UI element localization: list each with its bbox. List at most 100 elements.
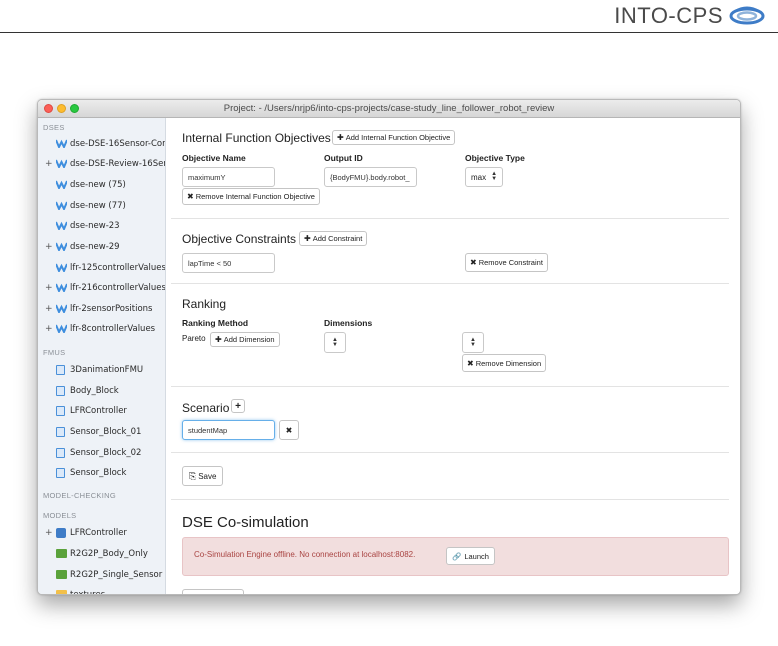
sidebar-item-dse[interactable]: + lfr-216controllerValues bbox=[38, 281, 166, 299]
header-rule bbox=[0, 32, 778, 33]
partial-button[interactable] bbox=[182, 589, 244, 594]
dse-icon bbox=[55, 242, 68, 254]
plus-icon: ✚ bbox=[337, 133, 344, 142]
objective-name-input[interactable]: maximumY bbox=[182, 167, 275, 187]
sidebar-item-label: dse-DSE-16Sensor-Conf bbox=[70, 139, 166, 149]
alert-message: Co-Simulation Engine offline. No connect… bbox=[194, 550, 416, 559]
file-icon bbox=[56, 386, 65, 396]
sidebar-item-label: lfr-125controllerValues bbox=[70, 263, 166, 273]
sidebar-item-fmu[interactable]: LFRController bbox=[38, 404, 165, 422]
ranking-method-value: Pareto bbox=[182, 334, 206, 343]
sidebar-item-label: lfr-8controllerValues bbox=[70, 324, 156, 334]
file-icon bbox=[56, 427, 65, 437]
close-icon: ✖ bbox=[285, 425, 293, 435]
objective-type-select[interactable]: max ▲ ▼ bbox=[465, 167, 504, 187]
sidebar-item-label: LFRController bbox=[70, 528, 127, 538]
fmu-icon bbox=[56, 528, 66, 538]
save-icon: ⎘ bbox=[189, 470, 197, 481]
cosim-title: DSE Co-simulation bbox=[182, 514, 309, 531]
sidebar-item-model[interactable]: + LFRController bbox=[38, 526, 165, 544]
dimension-select-1[interactable]: ▲ ▼ bbox=[324, 332, 346, 353]
constraint-input[interactable]: lapTime < 50 bbox=[182, 253, 275, 273]
remove-constraint-button[interactable]: ✖ Remove Constraint bbox=[465, 253, 548, 272]
dse-icon bbox=[55, 283, 68, 295]
sidebar-item-fmu[interactable]: Sensor_Block_02 bbox=[38, 446, 165, 464]
internal-objectives-title: Internal Function Objectives bbox=[182, 131, 331, 145]
save-button[interactable]: ⎘ Save bbox=[182, 466, 224, 486]
remove-icon: ✖ bbox=[467, 358, 474, 368]
sidebar-header-model-checking[interactable]: MODEL-CHECKING bbox=[43, 491, 116, 500]
expand-icon[interactable]: + bbox=[45, 528, 53, 538]
dimensions-label: Dimensions bbox=[324, 318, 373, 328]
dse-icon bbox=[55, 159, 68, 171]
sidebar-item-dse[interactable]: dse-DSE-16Sensor-Conf bbox=[38, 137, 166, 155]
expand-icon[interactable]: + bbox=[45, 304, 53, 314]
add-constraint-button[interactable]: ✚ Add Constraint bbox=[299, 231, 368, 246]
sidebar-header-models: MODELS bbox=[43, 511, 77, 520]
output-id-input[interactable]: {BodyFMU}.body.robot_ bbox=[324, 167, 417, 187]
sidebar-item-fmu[interactable]: 3DanimationFMU bbox=[38, 363, 165, 381]
sidebar-item-label: dse-new-29 bbox=[70, 242, 120, 252]
section-divider bbox=[171, 499, 729, 500]
sidebar-item-label: lfr-216controllerValues bbox=[70, 283, 166, 293]
sidebar-item-dse[interactable]: + dse-new-29 bbox=[38, 240, 165, 258]
folder-icon bbox=[56, 590, 67, 594]
sidebar-item-dse[interactable]: dse-new-23 bbox=[38, 219, 165, 237]
sidebar-item-label: R2G2P_Single_Sensor bbox=[70, 570, 163, 580]
ranking-method-label: Ranking Method bbox=[182, 318, 249, 328]
dse-main-panel: Internal Function Objectives ✚ Add Inter… bbox=[167, 118, 740, 594]
model-icon bbox=[56, 549, 67, 558]
expand-icon[interactable]: + bbox=[45, 159, 53, 169]
sidebar-item-label: Sensor_Block bbox=[70, 468, 127, 478]
sidebar-item-label: R2G2P_Body_Only bbox=[70, 549, 148, 559]
dimension-select-2[interactable]: ▲ ▼ bbox=[462, 332, 484, 353]
brand: INTO-CPS bbox=[614, 3, 765, 29]
sidebar-item-label: dse-new-23 bbox=[70, 221, 120, 231]
sidebar-item-label: dse-DSE-Review-16Sens bbox=[70, 159, 166, 169]
sidebar-item-dse[interactable]: + lfr-2sensorPositions bbox=[38, 302, 165, 320]
section-divider bbox=[171, 218, 729, 219]
sidebar-item-fmu[interactable]: Sensor_Block_01 bbox=[38, 425, 165, 443]
project-sidebar: DSES dse-DSE-16Sensor-Conf + dse-DSE-Rev… bbox=[38, 118, 166, 594]
dse-icon bbox=[55, 221, 68, 233]
dse-icon bbox=[55, 263, 68, 275]
add-scenario-button[interactable]: + bbox=[231, 399, 245, 413]
sidebar-item-fmu[interactable]: Sensor_Block bbox=[38, 466, 165, 484]
select-arrows-icon: ▲ ▼ bbox=[332, 336, 338, 348]
expand-icon[interactable]: + bbox=[45, 242, 53, 252]
sidebar-item-model[interactable]: R2G2P_Single_Sensor bbox=[38, 568, 165, 586]
remove-internal-objective-button[interactable]: ✖ Remove Internal Function Objective bbox=[182, 188, 320, 205]
model-icon bbox=[56, 570, 67, 579]
launch-button[interactable]: 🔗 Launch bbox=[446, 547, 495, 565]
sidebar-item-dse[interactable]: + lfr-8controllerValues bbox=[38, 322, 165, 340]
sidebar-item-model[interactable]: R2G2P_Body_Only bbox=[38, 547, 165, 565]
file-icon bbox=[56, 406, 65, 416]
scenario-input[interactable]: studentMap bbox=[182, 420, 275, 440]
sidebar-item-dse[interactable]: dse-new (77) bbox=[38, 199, 165, 217]
objective-type-label: Objective Type bbox=[465, 153, 525, 163]
sidebar-item-dse[interactable]: dse-new (75) bbox=[38, 178, 165, 196]
sidebar-item-label: LFRController bbox=[70, 406, 127, 416]
sidebar-item-dse[interactable]: lfr-125controllerValues bbox=[38, 261, 166, 279]
sidebar-item-label: Sensor_Block_02 bbox=[70, 448, 142, 458]
clear-scenario-button[interactable]: ✖ bbox=[279, 420, 299, 440]
add-internal-objective-button[interactable]: ✚ Add Internal Function Objective bbox=[332, 130, 456, 145]
sidebar-header-fmus: FMUS bbox=[43, 348, 66, 357]
app-window: Project: - /Users/nrjp6/into-cps-project… bbox=[37, 99, 741, 595]
plus-icon: + bbox=[235, 400, 241, 412]
sidebar-item-model[interactable]: textures bbox=[38, 588, 165, 594]
remove-dimension-button[interactable]: ✖ Remove Dimension bbox=[462, 354, 547, 372]
remove-icon: ✖ bbox=[187, 192, 194, 201]
sidebar-header-dses: DSES bbox=[43, 123, 65, 132]
select-arrows-icon: ▲ ▼ bbox=[470, 336, 476, 348]
window-titlebar[interactable]: Project: - /Users/nrjp6/into-cps-project… bbox=[38, 100, 740, 118]
objective-name-label: Objective Name bbox=[182, 153, 246, 163]
dse-icon bbox=[55, 304, 68, 316]
expand-icon[interactable]: + bbox=[45, 283, 53, 293]
expand-icon[interactable]: + bbox=[45, 324, 53, 334]
section-divider bbox=[171, 386, 729, 387]
add-dimension-button[interactable]: ✚ Add Dimension bbox=[210, 332, 280, 347]
sidebar-item-label: Body_Block bbox=[70, 386, 119, 396]
sidebar-item-fmu[interactable]: Body_Block bbox=[38, 384, 165, 402]
sidebar-item-dse[interactable]: + dse-DSE-Review-16Sens bbox=[38, 157, 166, 175]
